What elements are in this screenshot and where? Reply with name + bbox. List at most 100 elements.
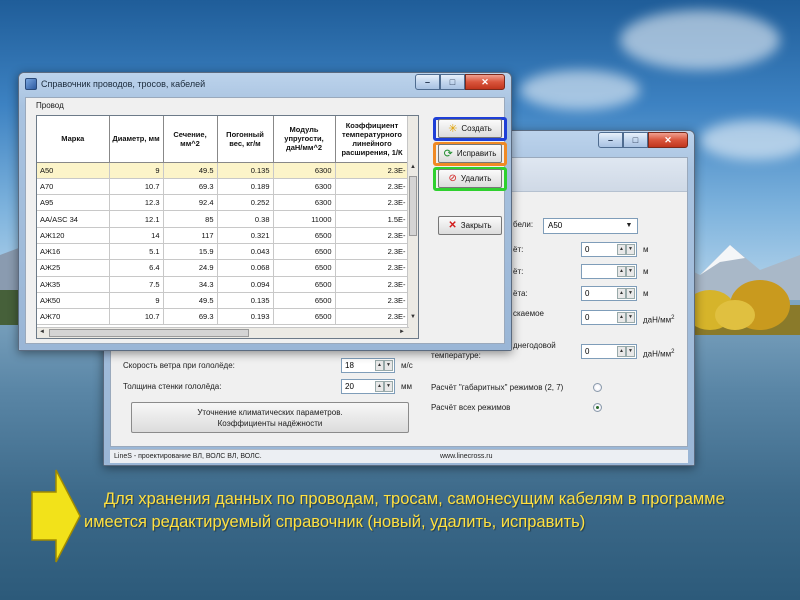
table-cell[interactable]: 12.1 bbox=[109, 210, 164, 228]
table-cell[interactable]: 6300 bbox=[273, 194, 336, 212]
table-cell[interactable]: 0.38 bbox=[217, 210, 274, 228]
table-cell[interactable]: АЖ35 bbox=[37, 276, 110, 293]
table-row[interactable]: АЖ25 6.4 24.9 0.068 6500 2.3E- bbox=[37, 259, 410, 277]
table-cell[interactable]: A95 bbox=[37, 194, 110, 212]
table-cell[interactable]: 14 bbox=[109, 227, 164, 244]
col-header[interactable]: Коэффициент температурного линейного рас… bbox=[335, 116, 410, 163]
table-cell[interactable]: 24.9 bbox=[163, 259, 218, 277]
table-cell[interactable]: 2.3E- bbox=[335, 292, 410, 310]
table-cell[interactable]: 2.3E- bbox=[335, 227, 410, 244]
table-cell[interactable]: 0.321 bbox=[217, 227, 274, 244]
scroll-up-icon[interactable]: ▲ bbox=[410, 164, 416, 170]
create-button[interactable]: ✳ Создать bbox=[438, 119, 502, 138]
spin-arrows[interactable]: ▲ ▼ bbox=[375, 360, 393, 371]
table-cell[interactable]: A50 bbox=[37, 162, 110, 179]
edit-button[interactable]: ⟳ Исправить bbox=[438, 144, 502, 163]
table-row[interactable]: A70 10.7 69.3 0.189 6300 2.3E- bbox=[37, 178, 410, 196]
wind-speed-spin[interactable]: 18 ▲ ▼ bbox=[341, 358, 395, 373]
wire-table[interactable]: Марка Диаметр, мм Сечение, мм^2 Погонный… bbox=[36, 115, 419, 339]
glaze-thickness-spin[interactable]: 20 ▲ ▼ bbox=[341, 379, 395, 394]
table-cell[interactable]: 0.189 bbox=[217, 178, 274, 196]
table-cell[interactable]: 34.3 bbox=[163, 276, 218, 293]
maximize-button[interactable]: □ bbox=[623, 132, 648, 148]
spin-arrows[interactable]: ▲ ▼ bbox=[617, 244, 635, 255]
col-header[interactable]: Марка bbox=[37, 116, 110, 163]
spin-arrows[interactable]: ▲ ▼ bbox=[617, 312, 635, 323]
vertical-scrollbar[interactable]: ▲ ▼ bbox=[407, 116, 418, 338]
close-dialog-button[interactable]: ✕ Закрыть bbox=[438, 216, 502, 235]
table-cell[interactable]: 0.252 bbox=[217, 194, 274, 212]
table-row[interactable]: АЖ35 7.5 34.3 0.094 6500 2.3E- bbox=[37, 276, 410, 293]
spin-arrows[interactable]: ▲ ▼ bbox=[617, 266, 635, 277]
table-cell[interactable]: АЖ50 bbox=[37, 292, 110, 310]
table-cell[interactable]: 6300 bbox=[273, 162, 336, 179]
table-cell[interactable]: 92.4 bbox=[163, 194, 218, 212]
param-spin-3[interactable]: 0 ▲ ▼ bbox=[581, 286, 637, 301]
table-cell[interactable]: АЖ70 bbox=[37, 308, 110, 326]
table-cell[interactable]: 2.3E- bbox=[335, 276, 410, 293]
table-cell[interactable]: 0.043 bbox=[217, 243, 274, 261]
table-cell[interactable]: 9 bbox=[109, 292, 164, 310]
scroll-left-icon[interactable]: ◄ bbox=[39, 329, 45, 335]
table-cell[interactable]: 117 bbox=[163, 227, 218, 244]
table-cell[interactable]: 49.5 bbox=[163, 292, 218, 310]
table-cell[interactable]: 0.094 bbox=[217, 276, 274, 293]
spin-arrows[interactable]: ▲ ▼ bbox=[617, 346, 635, 357]
col-header[interactable]: Диаметр, мм bbox=[109, 116, 164, 163]
table-cell[interactable]: 6500 bbox=[273, 243, 336, 261]
table-cell[interactable]: 6500 bbox=[273, 276, 336, 293]
table-cell[interactable]: 6500 bbox=[273, 227, 336, 244]
table-cell[interactable]: 2.3E- bbox=[335, 162, 410, 179]
table-cell[interactable]: 0.135 bbox=[217, 162, 274, 179]
table-cell[interactable]: 1.5E- bbox=[335, 210, 410, 228]
table-cell[interactable]: 0.068 bbox=[217, 259, 274, 277]
col-header[interactable]: Погонный вес, кг/м bbox=[217, 116, 274, 163]
table-cell[interactable]: АЖ25 bbox=[37, 259, 110, 277]
table-cell[interactable]: 11000 bbox=[273, 210, 336, 228]
scroll-right-icon[interactable]: ► bbox=[399, 329, 405, 335]
col-header[interactable]: Модуль упругости, даН/мм^2 bbox=[273, 116, 336, 163]
table-cell[interactable]: 0.135 bbox=[217, 292, 274, 310]
table-cell[interactable]: 85 bbox=[163, 210, 218, 228]
table-cell[interactable]: АЖ16 bbox=[37, 243, 110, 261]
close-button[interactable]: ✕ bbox=[648, 132, 688, 148]
table-cell[interactable]: 10.7 bbox=[109, 308, 164, 326]
table-cell[interactable]: 6500 bbox=[273, 308, 336, 326]
delete-button[interactable]: ⊘ Удалить bbox=[438, 169, 502, 188]
param-spin-5[interactable]: 0 ▲ ▼ bbox=[581, 344, 637, 359]
table-cell[interactable]: 10.7 bbox=[109, 178, 164, 196]
table-cell[interactable]: AA/ASC 34 bbox=[37, 210, 110, 228]
table-row[interactable]: АЖ70 10.7 69.3 0.193 6500 2.3E- bbox=[37, 308, 410, 326]
table-cell[interactable]: 2.3E- bbox=[335, 259, 410, 277]
close-button[interactable]: ✕ bbox=[465, 74, 505, 90]
wire-combo[interactable]: A50 ▼ bbox=[543, 218, 638, 234]
table-cell[interactable]: 0.193 bbox=[217, 308, 274, 326]
chevron-down-icon[interactable]: ▼ bbox=[623, 220, 635, 232]
minimize-button[interactable]: – bbox=[598, 132, 623, 148]
calc-dimensional-radio[interactable] bbox=[593, 383, 602, 392]
horizontal-scrollbar[interactable]: ◄ ► bbox=[37, 327, 409, 338]
table-cell[interactable]: A70 bbox=[37, 178, 110, 196]
scroll-thumb[interactable] bbox=[409, 176, 417, 236]
param-spin-1[interactable]: 0 ▲ ▼ bbox=[581, 242, 637, 257]
table-cell[interactable]: 69.3 bbox=[163, 308, 218, 326]
table-row[interactable]: AA/ASC 34 12.1 85 0.38 11000 1.5E- bbox=[37, 210, 410, 228]
table-row[interactable]: A50 9 49.5 0.135 6300 2.3E- bbox=[37, 162, 410, 179]
table-row[interactable]: АЖ120 14 117 0.321 6500 2.3E- bbox=[37, 227, 410, 244]
table-cell[interactable]: 2.3E- bbox=[335, 243, 410, 261]
minimize-button[interactable]: – bbox=[415, 74, 440, 90]
table-cell[interactable]: 6500 bbox=[273, 259, 336, 277]
spin-arrows[interactable]: ▲ ▼ bbox=[617, 288, 635, 299]
table-cell[interactable]: 5.1 bbox=[109, 243, 164, 261]
scroll-thumb[interactable] bbox=[49, 329, 249, 337]
table-cell[interactable]: 6300 bbox=[273, 178, 336, 196]
climate-params-button[interactable]: Уточнение климатических параметров. Коэф… bbox=[131, 402, 409, 433]
col-header[interactable]: Сечение, мм^2 bbox=[163, 116, 218, 163]
table-cell[interactable]: 69.3 bbox=[163, 178, 218, 196]
table-row[interactable]: АЖ16 5.1 15.9 0.043 6500 2.3E- bbox=[37, 243, 410, 261]
table-cell[interactable]: 2.3E- bbox=[335, 178, 410, 196]
table-cell[interactable]: 2.3E- bbox=[335, 194, 410, 212]
param-spin-2[interactable]: ▲ ▼ bbox=[581, 264, 637, 279]
maximize-button[interactable]: □ bbox=[440, 74, 465, 90]
scroll-down-icon[interactable]: ▼ bbox=[410, 314, 416, 320]
